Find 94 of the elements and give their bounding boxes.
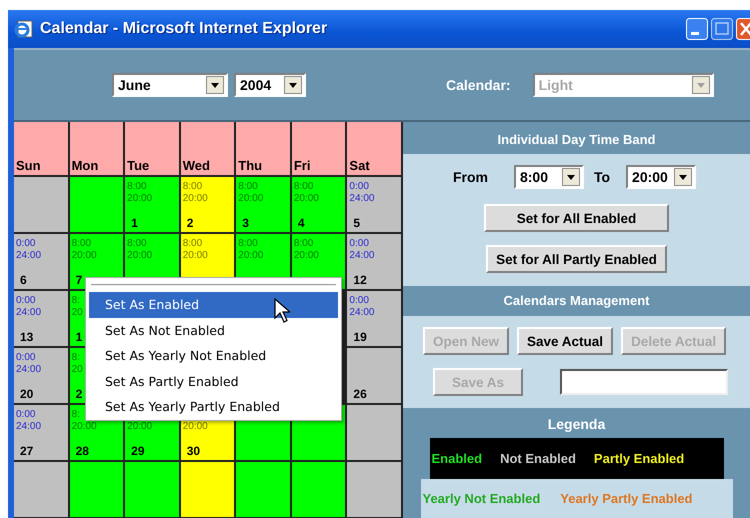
legend-item: Enabled — [432, 451, 482, 466]
close-icon[interactable] — [736, 18, 750, 40]
day-number: 12 — [352, 273, 367, 287]
legend-item: Yearly Partly Enabled — [560, 491, 692, 506]
time-range: 8:00 20:00 — [238, 238, 264, 262]
day-number: 20 — [19, 387, 34, 401]
day-cell[interactable] — [347, 405, 401, 460]
day-cell[interactable]: 0:00 24:00 13 — [14, 291, 68, 346]
time-range: 0:00 24:00 — [16, 352, 42, 376]
mouse-pointer-icon — [274, 298, 290, 324]
name-input-field[interactable] — [560, 369, 728, 395]
legend-item: Yearly Not Enabled — [422, 491, 540, 506]
day-cell[interactable]: 0:00 24:00 19 — [347, 291, 401, 346]
day-cell[interactable] — [347, 462, 401, 517]
day-number: 4 — [296, 216, 305, 230]
day-cell[interactable] — [125, 462, 179, 517]
calendar-label: Calendar: — [446, 77, 511, 93]
day-number: 3 — [241, 216, 249, 230]
day-cell[interactable]: 8:00 20:00 3 — [236, 177, 290, 232]
menu-item[interactable]: Set As Not Enabled — [89, 318, 338, 343]
day-number: 1 — [130, 216, 138, 230]
year-dropdown[interactable]: 2004 — [234, 73, 306, 97]
time-range: 8:00 20:00 — [182, 181, 208, 205]
day-cell[interactable] — [292, 462, 346, 517]
maximize-icon[interactable] — [711, 18, 733, 40]
day-number: 27 — [19, 444, 34, 458]
time-range: 8:00 20:00 — [294, 181, 319, 205]
legend-title: Legenda — [548, 415, 606, 434]
management-button[interactable]: Save Actual — [517, 327, 614, 355]
time-range: 8:00 20:00 — [72, 238, 97, 262]
time-range: 20:00 — [127, 421, 152, 433]
weekday-header: Thu — [237, 158, 262, 175]
day-number: 7 — [74, 273, 82, 287]
to-label: To — [594, 169, 610, 185]
weekday-header: Fri — [292, 158, 310, 175]
weekday-header: Sat — [348, 158, 370, 175]
time-range: 8:00 20:00 — [127, 238, 152, 262]
time-range: 20:00 — [182, 421, 208, 433]
to-dropdown[interactable]: 20:00 — [626, 165, 696, 189]
time-range: 8:00 20:00 — [238, 181, 264, 205]
from-label: From — [452, 169, 488, 185]
day-cell[interactable]: 8:00 20:00 4 — [292, 177, 346, 232]
day-number: 13 — [19, 330, 34, 344]
legend-item: Partly Enabled — [594, 451, 684, 466]
day-number: 30 — [186, 444, 200, 458]
weekday-header: Sun — [15, 158, 41, 175]
time-range: 0:00 24:00 — [16, 295, 42, 319]
weekday-header: Wed — [182, 158, 210, 175]
minimize-icon[interactable] — [686, 18, 708, 40]
weekday-header: Tue — [126, 158, 150, 175]
day-number: 2 — [74, 387, 82, 401]
day-cell[interactable] — [14, 177, 68, 232]
menu-item[interactable]: Set As Yearly Not Enabled — [89, 343, 338, 368]
legend-item: Not Enabled — [500, 451, 576, 466]
day-cell[interactable]: 0:00 24:00 27 — [14, 405, 68, 460]
set-all-button[interactable]: Set for All Enabled — [484, 204, 669, 232]
time-range: 0:00 24:00 — [16, 238, 42, 262]
time-range: 8:00 20:00 — [294, 238, 319, 262]
menu-item[interactable]: Set As Enabled — [89, 292, 338, 318]
weekday-header: Mon — [70, 158, 98, 175]
browser-page-icon — [14, 19, 34, 39]
from-dropdown[interactable]: 8:00 — [514, 165, 584, 189]
window-title: Calendar - Microsoft Internet Explorer — [40, 20, 328, 38]
day-number: 29 — [130, 444, 144, 458]
day-number: 19 — [352, 330, 367, 344]
time-range: 8: 20 — [72, 352, 83, 376]
day-cell[interactable]: 0:00 24:00 5 — [347, 177, 401, 232]
time-range: 0:00 24:00 — [349, 181, 374, 205]
day-number: 1 — [74, 330, 82, 344]
day-cell[interactable]: 0:00 24:00 20 — [14, 348, 68, 403]
day-cell[interactable] — [236, 462, 290, 517]
set-all-button[interactable]: Set for All Partly Enabled — [486, 245, 667, 273]
day-cell[interactable] — [14, 462, 68, 517]
menu-item[interactable]: Set As Partly Enabled — [89, 368, 338, 394]
time-range: 8:00 20:00 — [182, 238, 208, 262]
time-range: 0:00 24:00 — [16, 409, 42, 433]
day-cell[interactable] — [180, 462, 234, 517]
day-number: 6 — [19, 273, 27, 287]
day-cell[interactable]: 8:00 20:00 1 — [125, 177, 179, 232]
day-cell[interactable] — [70, 462, 124, 517]
day-cell[interactable]: 8:00 20:00 2 — [180, 177, 234, 232]
month-dropdown[interactable]: June — [112, 73, 228, 97]
day-cell[interactable]: 26 — [347, 348, 401, 403]
day-cell[interactable]: 0:00 24:00 6 — [14, 234, 68, 289]
day-number: 5 — [352, 216, 360, 230]
day-cell[interactable]: 0:00 24:00 12 — [347, 234, 401, 289]
day-cell[interactable] — [70, 177, 124, 232]
time-range: 8: 20 — [72, 295, 83, 319]
day-number: 28 — [74, 444, 89, 458]
time-range: 8:00 20:00 — [127, 181, 152, 205]
day-number: 26 — [352, 387, 367, 401]
time-range: 0:00 24:00 — [349, 295, 374, 319]
day-number: 2 — [186, 216, 194, 230]
time-range: 0:00 24:00 — [349, 238, 374, 262]
